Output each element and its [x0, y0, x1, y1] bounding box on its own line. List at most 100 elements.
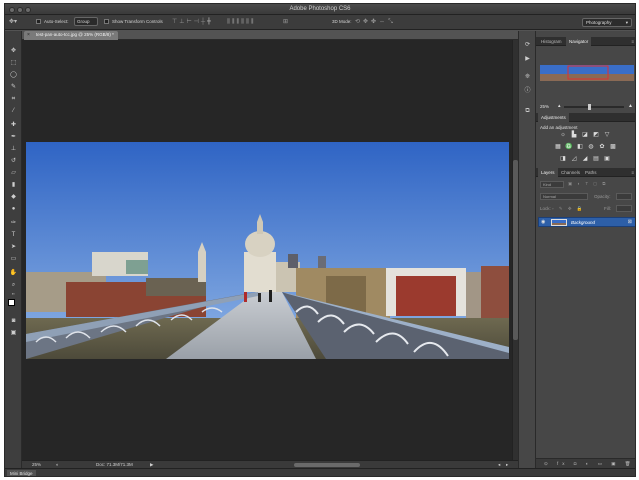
navigator-thumbnail[interactable] — [540, 65, 634, 81]
invert-icon[interactable]: ◨ — [559, 156, 567, 163]
navigator-zoom-slider[interactable] — [564, 104, 624, 110]
zoom-slider-handle[interactable] — [588, 104, 591, 110]
tab-layers[interactable]: Layers — [538, 168, 558, 177]
zoom-level[interactable]: 25% — [32, 462, 41, 467]
channel-mixer-icon[interactable]: ✿ — [598, 144, 606, 151]
tab-adjustments[interactable]: Adjustments — [538, 113, 569, 122]
color-lookup-icon[interactable]: ▩ — [609, 144, 617, 151]
healing-brush-tool-icon[interactable]: ✚ — [9, 121, 18, 130]
type-tool-icon[interactable]: T — [9, 231, 18, 240]
title-bar: Adobe Photoshop CS6 — [5, 4, 635, 15]
history-brush-tool-icon[interactable]: ↺ — [9, 157, 18, 166]
levels-icon[interactable]: ▙ — [570, 132, 578, 139]
layers-footer: ⊙ fx ◘ ◐ ▭ ▣ 🗑 — [536, 458, 635, 468]
default-colors-icon[interactable]: ▪▫ — [9, 289, 18, 298]
mini-bridge-bar: Mini Bridge — [5, 468, 635, 476]
marquee-tool-icon[interactable]: ⬚ — [9, 59, 18, 68]
screen-mode-icon[interactable]: ▣ — [9, 329, 18, 338]
tools-panel: ✥ ⬚ ◯ ✎ ⌗ ⁄ ✚ ✒ ⊥ ↺ ▱ ▮ ◆ ● ✑ T ➤ ▭ ✋ ⌕ … — [5, 31, 22, 468]
close-icon[interactable]: × — [27, 32, 30, 38]
layer-action-icons[interactable]: ⊙ fx ◘ ◐ ▭ ▣ 🗑 — [544, 461, 634, 467]
layer-comps-icon[interactable]: ⧉ — [523, 107, 532, 116]
history-panel-icon[interactable]: ⟳ — [523, 41, 532, 50]
gradient-tool-icon[interactable]: ▮ — [9, 181, 18, 190]
actions-panel-icon[interactable]: ▶ — [523, 55, 532, 64]
selective-color-icon[interactable]: ▣ — [603, 156, 611, 163]
color-balance-icon[interactable]: ♎ — [565, 144, 573, 151]
document-tab[interactable]: × test-pan-auto-tcc.jpg @ 25% (RGB/8) * — [24, 31, 118, 40]
quick-select-tool-icon[interactable]: ✎ — [9, 83, 18, 92]
show-transform-checkbox[interactable] — [104, 19, 109, 24]
info-panel-icon[interactable]: ⓘ — [523, 87, 532, 96]
eye-icon[interactable]: ◉ — [541, 219, 545, 225]
hand-tool-icon[interactable]: ✋ — [9, 269, 18, 278]
lasso-tool-icon[interactable]: ◯ — [9, 71, 18, 80]
lock-icons[interactable]: ▫ ✎ ✥ 🔒 — [552, 206, 585, 212]
posterize-icon[interactable]: ◿ — [570, 156, 578, 163]
layer-thumbnail — [551, 219, 567, 226]
app-title: Adobe Photoshop CS6 — [289, 6, 351, 12]
auto-select-checkbox[interactable] — [36, 19, 41, 24]
curves-icon[interactable]: ◪ — [581, 132, 589, 139]
align-buttons-icon[interactable]: ⊤⊥⊢⊣┼╋ — [172, 19, 213, 26]
quick-mask-icon[interactable]: ◙ — [9, 317, 18, 326]
adjustments-subtitle: Add an adjustment — [540, 125, 578, 130]
auto-align-icon[interactable]: ⊞ — [283, 19, 288, 26]
photo-filter-icon[interactable]: ◍ — [587, 144, 595, 151]
panel-menu-icon[interactable]: ≡ — [628, 37, 635, 46]
workspace-dropdown[interactable]: Photography ▾ — [582, 18, 632, 27]
document-image[interactable] — [26, 142, 509, 359]
brightness-contrast-icon[interactable]: ☼ — [559, 132, 567, 139]
clone-stamp-tool-icon[interactable]: ⊥ — [9, 145, 18, 154]
layer-row-background[interactable]: ◉ Background ⊠ — [538, 217, 635, 227]
panorama-photo — [26, 142, 509, 359]
pen-tool-icon[interactable]: ✑ — [9, 219, 18, 228]
horizontal-scroll-thumb[interactable] — [294, 463, 360, 467]
blur-tool-icon[interactable]: ◆ — [9, 193, 18, 202]
3d-mode-icons[interactable]: ⟲✥✤⇔⤡ — [355, 19, 396, 26]
navigator-zoom[interactable]: 25% — [540, 104, 549, 109]
tab-navigator[interactable]: Navigator — [566, 37, 592, 46]
layer-filter-icons[interactable]: ▣ ◐ T ◻ ⧉ — [568, 181, 608, 187]
lock-label: Lock: — [540, 206, 551, 211]
foreground-color-swatch[interactable] — [8, 299, 15, 306]
eyedropper-tool-icon[interactable]: ⁄ — [9, 107, 18, 116]
mini-bridge-tab[interactable]: Mini Bridge — [7, 470, 36, 476]
tab-channels[interactable]: Channels — [558, 168, 583, 177]
move-tool-icon[interactable]: ✥ — [9, 47, 18, 56]
path-selection-tool-icon[interactable]: ➤ — [9, 243, 18, 252]
panel-menu-icon[interactable]: ≡ — [628, 168, 635, 177]
threshold-icon[interactable]: ◢ — [581, 156, 589, 163]
dodge-tool-icon[interactable]: ● — [9, 205, 18, 214]
layer-filter-dropdown[interactable]: Kind — [540, 181, 564, 188]
document-tab-bar: × test-pan-auto-tcc.jpg @ 25% (RGB/8) * — [22, 31, 518, 40]
gradient-map-icon[interactable]: ▤ — [592, 156, 600, 163]
fill-field[interactable] — [616, 205, 632, 212]
brush-tool-icon[interactable]: ✒ — [9, 133, 18, 142]
vibrance-icon[interactable]: ▽ — [603, 132, 611, 139]
shape-tool-icon[interactable]: ▭ — [9, 255, 18, 264]
canvas-area[interactable] — [22, 40, 512, 460]
collapsed-panels-strip: ⟳ ▶ ❊ ⓘ ⧉ — [518, 31, 535, 468]
zoom-in-icon[interactable]: ▲ — [628, 103, 633, 109]
auto-select-dropdown[interactable]: Group — [74, 17, 98, 26]
zoom-out-icon[interactable]: ▴ — [558, 103, 561, 109]
navigator-preview — [540, 65, 634, 81]
eraser-tool-icon[interactable]: ▱ — [9, 169, 18, 178]
exposure-icon[interactable]: ◩ — [592, 132, 600, 139]
info-icon[interactable]: ◐ — [56, 462, 59, 467]
brush-presets-icon[interactable]: ❊ — [523, 73, 532, 82]
hue-saturation-icon[interactable]: ▦ — [554, 144, 562, 151]
document-tab-title: test-pan-auto-tcc.jpg @ 25% (RGB/8) * — [36, 32, 114, 37]
opacity-field[interactable] — [616, 193, 632, 200]
tab-histogram[interactable]: Histogram — [538, 37, 565, 46]
3d-mode-label: 3D Mode: — [332, 19, 352, 24]
chevron-down-icon: ▾ — [625, 20, 628, 25]
crop-tool-icon[interactable]: ⌗ — [9, 95, 18, 104]
tab-paths[interactable]: Paths — [582, 168, 600, 177]
move-tool-preset-icon[interactable]: ✥▾ — [9, 19, 17, 26]
blend-mode-dropdown[interactable]: Normal — [540, 193, 588, 200]
black-white-icon[interactable]: ◧ — [576, 144, 584, 151]
distribute-buttons-icon[interactable]: ⫼⫼⫼⫼⫼⫼ — [227, 19, 256, 26]
layer-filter-label: Kind — [543, 182, 552, 187]
